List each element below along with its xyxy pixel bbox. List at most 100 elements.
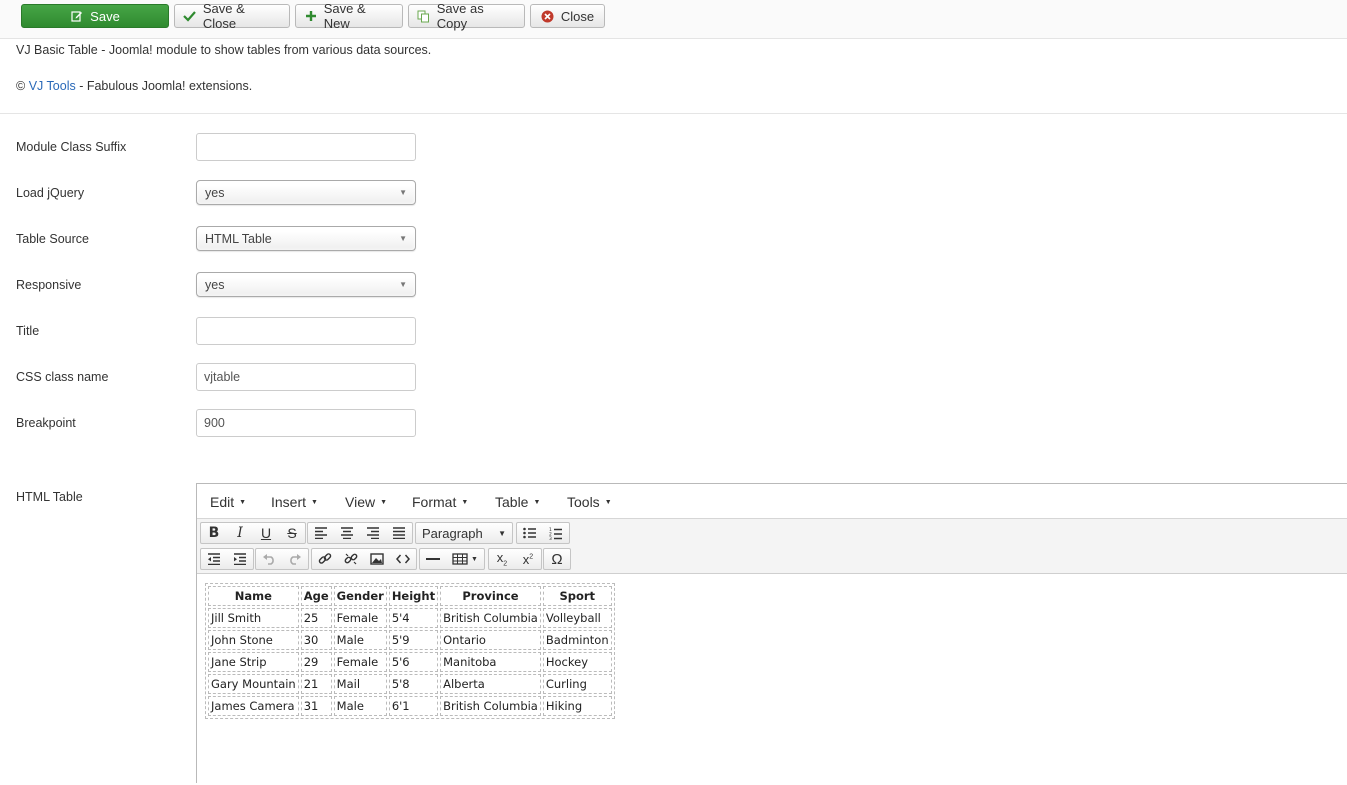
table-cell[interactable]: Gary Mountain [208,674,299,694]
table-header-cell[interactable]: Height [388,586,439,606]
table-cell[interactable]: 5'8 [388,674,439,694]
link-icon[interactable] [312,549,338,569]
table-header-cell[interactable]: Age [300,586,332,606]
save-close-button[interactable]: Save & Close [174,1,290,31]
table-cell[interactable]: Curling [542,674,612,694]
bold-icon[interactable]: B [201,523,227,543]
breakpoint-label: Breakpoint [16,416,76,430]
text-style-group: B I U S [200,522,306,544]
responsive-value: yes [205,277,225,292]
css-class-label: CSS class name [16,370,109,384]
table-cell[interactable]: 5'4 [388,608,439,628]
save-button[interactable]: Save [21,4,169,28]
code-icon[interactable] [390,549,416,569]
image-icon[interactable] [364,549,390,569]
module-class-suffix-input[interactable] [196,133,416,161]
table-source-label: Table Source [16,232,89,246]
table-cell[interactable]: Female [333,652,387,672]
table-cell[interactable]: British Columbia [440,608,541,628]
table-cell[interactable]: Badminton [542,630,612,650]
content-table[interactable]: Name Age Gender Height Province Sport Ji… [205,583,615,719]
save-new-button[interactable]: Save & New [295,1,403,31]
table-cell[interactable]: Jill Smith [208,608,299,628]
load-jquery-value: yes [205,185,225,200]
table-cell[interactable]: Male [333,630,387,650]
table-source-select[interactable]: HTML Table ▼ [196,226,416,251]
table-cell[interactable]: Alberta [440,674,541,694]
outdent-icon[interactable] [201,549,227,569]
menu-edit[interactable]: Edit ▼ [210,494,246,510]
table-group: ▼ [419,548,485,570]
align-center-icon[interactable] [334,523,360,543]
menu-table[interactable]: Table ▼ [495,494,540,510]
chevron-down-icon: ▼ [399,280,407,289]
table-header-cell[interactable]: Sport [542,586,612,606]
format-select-box: Paragraph ▼ [416,523,512,543]
table-row: Gary Mountain 21 Mail 5'8 Alberta Curlin… [208,674,612,694]
omega-icon[interactable]: Ω [544,549,570,569]
table-row: James Camera 31 Male 6'1 British Columbi… [208,696,612,716]
format-select-value: Paragraph [422,525,483,541]
menu-format[interactable]: Format ▼ [412,494,468,510]
undo-icon[interactable] [256,549,282,569]
table-cell[interactable]: 5'6 [388,652,439,672]
vj-tools-link[interactable]: VJ Tools [29,79,76,93]
numbered-list-icon[interactable]: 123 [543,523,569,543]
table-cell[interactable]: 31 [300,696,332,716]
table-header-cell[interactable]: Province [440,586,541,606]
align-right-icon[interactable] [360,523,386,543]
table-cell[interactable]: James Camera [208,696,299,716]
css-class-input[interactable] [196,363,416,391]
table-header-cell[interactable]: Gender [333,586,387,606]
align-justify-icon[interactable] [386,523,412,543]
table-header-cell[interactable]: Name [208,586,299,606]
table-cell[interactable]: 29 [300,652,332,672]
alignment-group [307,522,413,544]
align-left-icon[interactable] [308,523,334,543]
insert-group [311,548,417,570]
table-cell[interactable]: Manitoba [440,652,541,672]
table-cell[interactable]: 21 [300,674,332,694]
table-icon[interactable]: ▼ [446,549,484,569]
title-input[interactable] [196,317,416,345]
table-cell[interactable]: Mail [333,674,387,694]
table-cell[interactable]: John Stone [208,630,299,650]
table-cell[interactable]: British Columbia [440,696,541,716]
save-copy-button[interactable]: Save as Copy [408,1,525,31]
table-cell[interactable]: Male [333,696,387,716]
strikethrough-icon[interactable]: S [279,523,305,543]
underline-icon[interactable]: U [253,523,279,543]
format-select[interactable]: Paragraph ▼ [415,522,513,544]
editor-content[interactable]: Name Age Gender Height Province Sport Ji… [197,575,1347,785]
menu-view[interactable]: View ▼ [345,494,387,510]
chevron-down-icon: ▼ [399,234,407,243]
table-cell[interactable]: Female [333,608,387,628]
responsive-select[interactable]: yes ▼ [196,272,416,297]
copyright-tagline: - Fabulous Joomla! extensions. [79,79,253,93]
load-jquery-select[interactable]: yes ▼ [196,180,416,205]
italic-icon[interactable]: I [227,523,253,543]
copyright-line: © VJ Tools - Fabulous Joomla! extensions… [16,79,252,93]
close-button[interactable]: Close [530,4,605,28]
table-cell[interactable]: 30 [300,630,332,650]
menu-insert[interactable]: Insert ▼ [271,494,318,510]
menu-tools[interactable]: Tools ▼ [567,494,612,510]
superscript-icon[interactable]: x2 [515,549,541,569]
table-cell[interactable]: 5'9 [388,630,439,650]
table-cell[interactable]: Hockey [542,652,612,672]
save-label: Save [90,8,120,24]
bullet-list-icon[interactable] [517,523,543,543]
editor-toolbar: B I U S Paragraph ▼ 123 ▼ x2 x2 Ω [197,519,1347,574]
horizontal-rule-icon[interactable] [420,549,446,569]
table-cell[interactable]: Volleyball [542,608,612,628]
indent-icon[interactable] [227,549,253,569]
unlink-icon[interactable] [338,549,364,569]
table-cell[interactable]: Hiking [542,696,612,716]
table-cell[interactable]: 6'1 [388,696,439,716]
table-cell[interactable]: Jane Strip [208,652,299,672]
redo-icon[interactable] [282,549,308,569]
table-cell[interactable]: 25 [300,608,332,628]
breakpoint-input[interactable] [196,409,416,437]
table-cell[interactable]: Ontario [440,630,541,650]
subscript-icon[interactable]: x2 [489,549,515,569]
